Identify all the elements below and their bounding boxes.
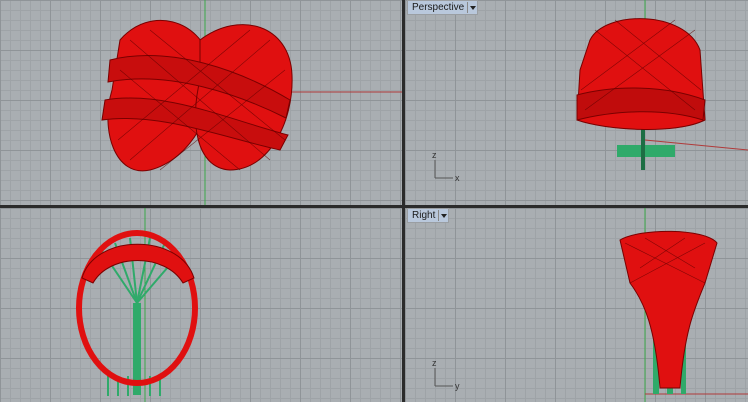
chevron-down-icon[interactable] <box>467 2 477 13</box>
viewport-layout: z x Perspective z y Right <box>0 0 748 402</box>
perspective-scene: z x <box>432 0 748 183</box>
viewport-title: Right <box>412 210 436 221</box>
front-view-scene <box>76 208 198 402</box>
ring-model-right <box>619 230 718 389</box>
perspective-viewport-tab[interactable]: Perspective <box>407 0 479 15</box>
top-view-scene <box>101 0 402 205</box>
right-viewport[interactable]: z y Right <box>405 208 748 402</box>
perspective-viewport[interactable]: z x Perspective <box>405 0 748 205</box>
axis-gizmo-right <box>434 368 453 387</box>
front-viewport[interactable] <box>0 208 402 402</box>
right-viewport-tab[interactable]: Right <box>407 208 450 223</box>
right-view-scene: z y <box>432 208 748 402</box>
ring-model-top <box>101 19 293 172</box>
axis-gizmo-perspective <box>434 160 453 179</box>
top-viewport[interactable] <box>0 0 402 205</box>
z-axis-label: z <box>432 150 437 160</box>
viewport-title: Perspective <box>412 2 465 13</box>
z-axis-label: z <box>432 358 437 368</box>
y-axis-label: y <box>455 381 460 391</box>
x-axis-label: x <box>455 173 460 183</box>
ring-model-perspective <box>576 18 706 130</box>
chevron-down-icon[interactable] <box>438 210 448 221</box>
